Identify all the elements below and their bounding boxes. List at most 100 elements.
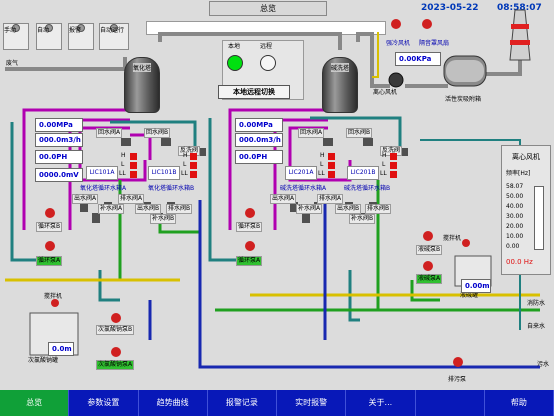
freq-value: 00.0 Hz [506,258,533,266]
exhaust-label: 废气 [6,60,19,67]
level-ll-label: LL [380,170,387,177]
tower-label: 氧化塔 [133,63,152,72]
level-ll-label: LL [318,170,325,177]
alarm-icon [130,153,137,160]
alarm-icon [130,162,137,169]
centrifugal-fan-icon [388,72,404,88]
lic201b-control[interactable]: LIC201B [347,166,379,180]
pump-label: 液碱泵A [416,274,443,284]
valve-label: 排水阀B [166,204,193,214]
local-led-icon [227,55,243,71]
nav-alarm-log[interactable]: 报警记录 [208,390,277,416]
pump-label: 循环泵B [36,222,63,232]
local-remote-switch-button[interactable]: 本地远程切换 [218,85,290,99]
green-pipe-left [158,224,200,234]
ph-value-2: 00.0PH [235,150,283,164]
nav-help[interactable]: 帮助 [485,390,554,416]
remote-label: 远程 [260,43,273,50]
freq-label: 频率[Hz] [506,170,531,177]
level-h-label: H [382,152,387,159]
valve-label: 补水阀B [150,214,177,224]
panel-title: 离心风机 [512,153,540,161]
chimney-stripe [511,24,529,29]
valve-label: 补水阀A [296,204,323,214]
teal-pipe-low [98,270,120,302]
level-l-label: L [382,161,386,168]
naclo-level-value: 0.0m [48,342,74,356]
level-ll-label: LL [181,170,188,177]
nav-overview[interactable]: 总览 [0,390,70,416]
mixer-label: 搅拌机 [443,235,462,242]
tank-label: 次氯酸钠罐 [28,357,59,364]
centrifugal-fan-label: 离心风机 [373,89,398,96]
carbon-box-label: 活性炭吸附箱 [445,96,482,103]
caustic-tower: 碱洗塔 [322,57,358,113]
valve-label: 回水阀A [298,128,325,138]
valve-label: 排水阀B [365,204,392,214]
pump-label: 次氯酸钠泵B [96,325,135,335]
caustic-level-value: 0.00m [461,279,491,293]
valve-label: 补水阀A [98,204,125,214]
fan-frequency-panel: 离心风机 频率[Hz] 58.07 50.00 40.00 30.00 20.0… [501,145,551,275]
flow-value: 000.0m3/h [35,133,83,147]
carbon-box-highlight [446,60,484,82]
nav-blank[interactable] [416,390,485,416]
tank-label: 碱洗塔循环水箱A [280,185,327,192]
level-h-label: H [121,152,126,159]
chimney-icon [509,9,531,61]
pump-label: 循环泵A [36,256,63,266]
valve-label: 排水阀A [317,194,344,204]
pump-label: 循环泵B [236,222,263,232]
strong-fan-label: 强冷风机 [386,40,411,47]
tower-label: 碱洗塔 [331,63,350,72]
orp-value: 0000.0mV [35,168,83,182]
drain-pump-label: 排污泵 [448,376,467,383]
alarm-icon [328,171,335,178]
nav-realtime-alarm[interactable]: 实时报警 [277,390,347,416]
level-h-label: H [320,152,325,159]
nav-parameters[interactable]: 参数设置 [69,390,139,416]
sewage-label: 污水 [537,361,550,368]
valve-label: 回水阀A [96,128,123,138]
ph-value: 00.0PH [35,150,83,164]
tap-water-label: 自来水 [527,323,546,330]
tank-label: 氧化塔循环水箱A [80,185,127,192]
flow-value-2: 000.0m3/h [235,133,283,147]
bottom-nav: 总览 参数设置 趋势曲线 报警记录 实时报警 关于... 帮助 [0,390,554,416]
lic101a-control[interactable]: LIC101A [86,166,118,180]
level-ll-label: LL [119,170,126,177]
lic101b-control[interactable]: LIC101B [148,166,180,180]
fan-pressure-value: 0.00KPa [395,52,441,66]
tank-label: 碱洗塔循环水箱B [344,185,391,192]
alarm-icon [190,162,197,169]
pressure-value: 0.00MPa [35,118,83,132]
pump-label: 次氯酸钠泵A [96,360,135,370]
level-l-label: L [320,161,324,168]
alarm-icon [130,171,137,178]
valve-label: 补水阀B [349,214,376,224]
valve-label: 回水阀B [144,128,171,138]
level-l-label: L [183,161,187,168]
freq-bar [534,186,544,250]
valve-label: 出水阀B [335,204,362,214]
tank-label: 液碱罐 [460,292,479,299]
nav-trend[interactable]: 趋势曲线 [139,390,208,416]
level-h-label: H [183,152,188,159]
valve-label: 回水阀B [346,128,373,138]
tank-label: 氧化塔循环水箱B [148,185,195,192]
local-label: 本地 [228,43,241,50]
exhaust-pipe [5,57,127,71]
nav-about[interactable]: 关于... [346,390,416,416]
oxidation-tower: 氧化塔 [124,57,160,113]
alarm-icon [328,162,335,169]
mixer-label: 搅拌机 [44,293,63,300]
anti-fan-icon [422,19,432,29]
alarm-icon [390,153,397,160]
valve-label: 出水阀B [135,204,162,214]
fire-water-label: 消防水 [527,300,546,307]
lic201a-control[interactable]: LIC201A [285,166,317,180]
alarm-icon [390,171,397,178]
pressure-value-2: 0.00MPa [235,118,283,132]
anti-fan-label: 隔音罩风扇 [419,40,450,47]
remote-led-icon [260,55,276,71]
